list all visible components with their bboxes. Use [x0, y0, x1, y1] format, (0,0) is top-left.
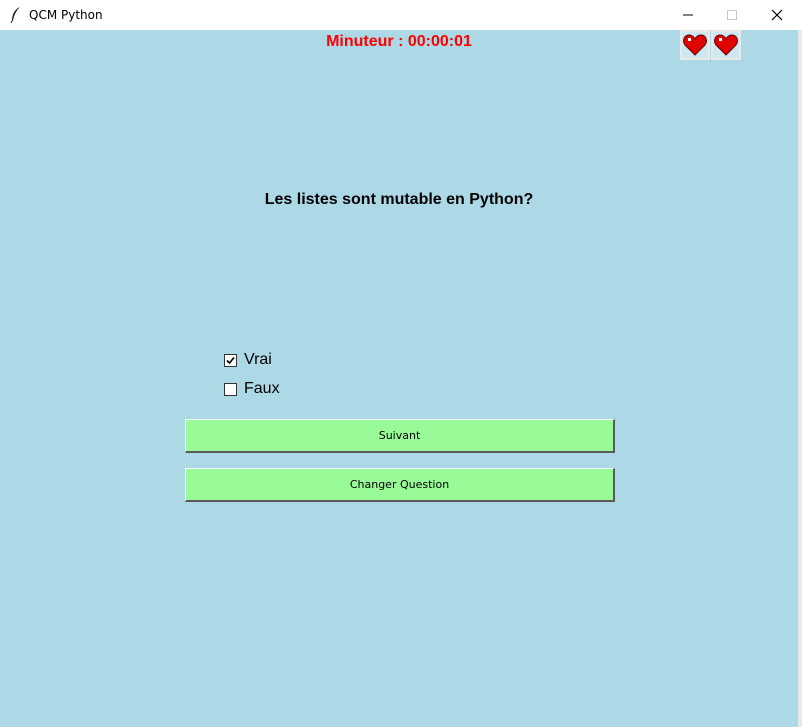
feather-icon: [9, 6, 23, 24]
next-button[interactable]: Suivant: [185, 419, 615, 453]
timer-label: Minuteur : 00:00:01: [326, 33, 472, 50]
checkbox-vrai[interactable]: [224, 353, 237, 367]
quiz-panel: Minuteur : 00:00:01 Les listes sont muta…: [0, 30, 798, 727]
minimize-button[interactable]: [665, 0, 710, 30]
heart-icon: [683, 34, 707, 56]
close-icon: [771, 9, 783, 21]
option-label-faux: Faux: [244, 380, 280, 397]
window-border: [798, 30, 802, 727]
window-title: QCM Python: [29, 8, 103, 22]
checkmark-icon: [226, 356, 235, 364]
change-question-button[interactable]: Changer Question: [185, 468, 615, 502]
maximize-button[interactable]: [709, 0, 754, 30]
life-heart-1: [680, 30, 710, 60]
question-text: Les listes sont mutable en Python?: [264, 191, 534, 208]
heart-icon: [714, 34, 738, 56]
minimize-icon: [683, 14, 693, 16]
life-heart-2: [711, 30, 741, 60]
option-label-vrai: Vrai: [244, 351, 272, 368]
checkbox-faux[interactable]: [224, 382, 237, 396]
option-vrai[interactable]: Vrai: [224, 350, 272, 370]
title-bar[interactable]: QCM Python: [0, 0, 802, 30]
option-faux[interactable]: Faux: [224, 379, 280, 399]
maximize-icon: [727, 10, 737, 20]
close-button[interactable]: [754, 0, 799, 30]
app-window: QCM Python Minuteur : 00:00:01 Les liste…: [0, 0, 802, 727]
